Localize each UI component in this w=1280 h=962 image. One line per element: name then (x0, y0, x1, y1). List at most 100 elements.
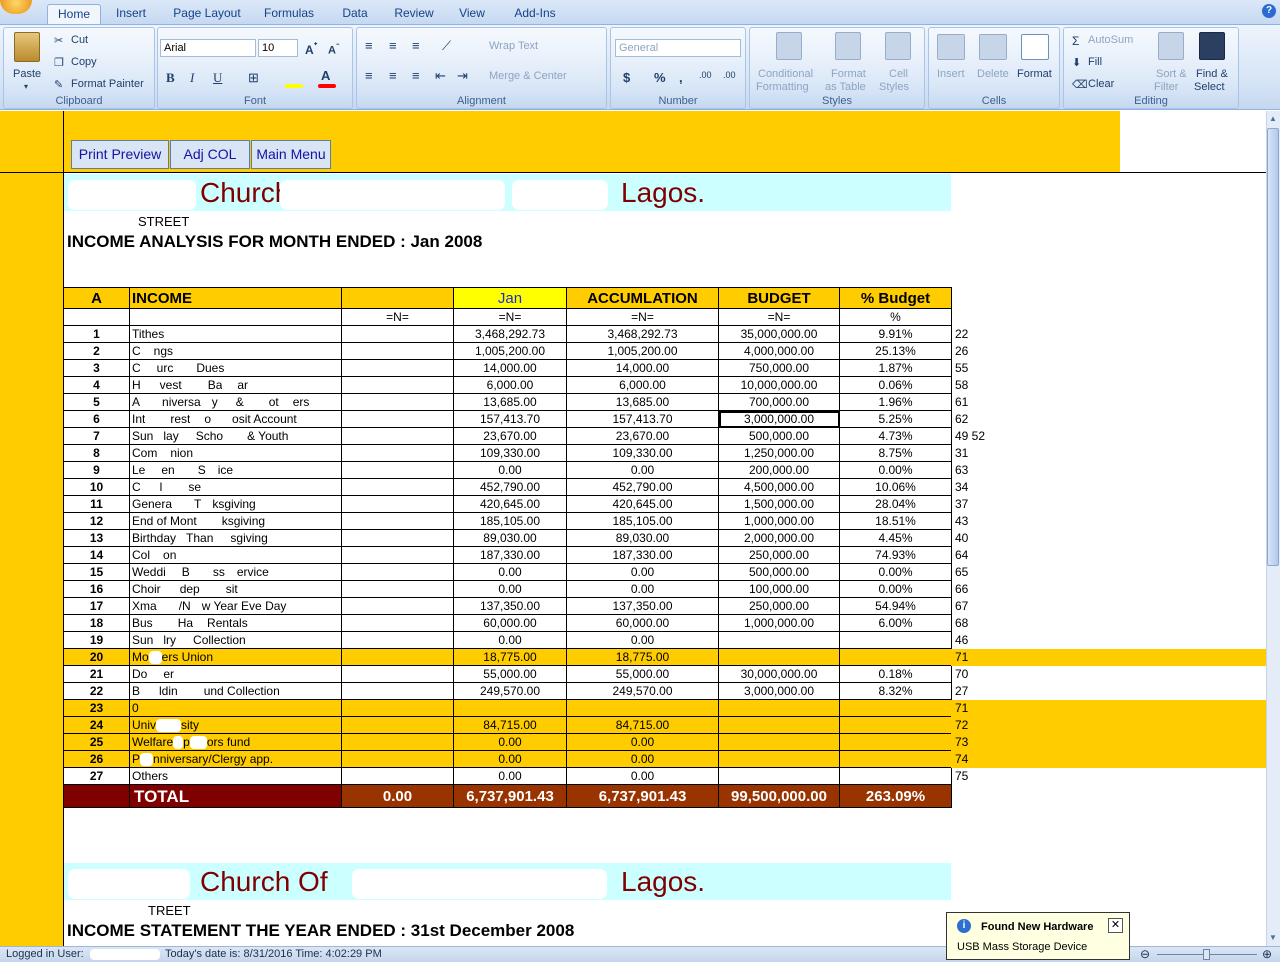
unit-cell[interactable] (129, 308, 342, 326)
pct-budget-value[interactable]: 18.51% (839, 512, 952, 530)
conditional-formatting-label-1[interactable]: Conditional (758, 68, 813, 80)
pct-budget-value[interactable]: 1.96% (839, 393, 952, 411)
budget-value[interactable]: 4,500,000.00 (718, 478, 840, 496)
row-number[interactable]: 15 (63, 563, 130, 581)
blank-cell[interactable] (341, 325, 454, 343)
found-new-hardware-balloon[interactable]: i Found New Hardware ✕ USB Mass Storage … (946, 912, 1130, 960)
budget-value[interactable] (718, 648, 840, 666)
jan-value[interactable]: 84,715.00 (453, 716, 567, 734)
accumulation-value[interactable]: 0.00 (566, 631, 719, 649)
fill-button[interactable]: Fill (1088, 56, 1102, 68)
jan-value[interactable]: 6,000.00 (453, 376, 567, 394)
row-number[interactable]: 6 (63, 410, 130, 428)
borders-icon[interactable]: ⊞ (248, 70, 259, 86)
scroll-up-arrow-icon[interactable]: ▲ (1267, 112, 1279, 126)
align-right-icon[interactable]: ≡ (412, 68, 420, 83)
accumulation-value[interactable]: 23,670.00 (566, 427, 719, 445)
accumulation-value[interactable]: 0.00 (566, 461, 719, 479)
total-budget[interactable]: 99,500,000.00 (718, 784, 840, 808)
bold-icon[interactable]: B (166, 70, 175, 86)
shrink-font-icon[interactable]: Aᐨ (328, 41, 340, 57)
pct-budget-value[interactable]: 8.32% (839, 682, 952, 700)
font-color-icon[interactable]: A (321, 68, 330, 83)
unit-cell[interactable]: =N= (341, 308, 454, 326)
income-label[interactable]: Hvest Ba ar (129, 376, 342, 394)
blank-cell[interactable] (341, 733, 454, 751)
unit-cell[interactable] (63, 308, 130, 326)
jan-value[interactable]: 0.00 (453, 631, 567, 649)
fill-icon[interactable]: ⬇ (1072, 56, 1081, 69)
format-as-table-label-2[interactable]: as Table (825, 81, 866, 93)
row-number[interactable]: 5 (63, 393, 130, 411)
jan-value[interactable]: 89,030.00 (453, 529, 567, 547)
row-number[interactable]: 13 (63, 529, 130, 547)
header-accumulation[interactable]: ACCUMLATION (566, 287, 719, 309)
blank-cell[interactable] (341, 665, 454, 683)
blank-cell[interactable] (341, 546, 454, 564)
income-label[interactable]: End of Mont ksgiving (129, 512, 342, 530)
budget-value[interactable]: 2,000,000.00 (718, 529, 840, 547)
align-center-icon[interactable]: ≡ (389, 68, 397, 83)
percent-icon[interactable]: % (654, 70, 666, 85)
row-number[interactable]: 23 (63, 699, 130, 717)
blank-cell[interactable] (341, 682, 454, 700)
income-label[interactable]: Weddi Bss ervice (129, 563, 342, 581)
jan-value[interactable]: 3,468,292.73 (453, 325, 567, 343)
income-table[interactable]: A INCOME Jan ACCUMLATION BUDGET% Budget =N= =N… (63, 287, 952, 808)
unit-cell[interactable]: =N= (718, 308, 840, 326)
income-label[interactable]: Col on (129, 546, 342, 564)
blank-cell[interactable] (341, 461, 454, 479)
blank-cell[interactable] (341, 512, 454, 530)
insert-cells-icon[interactable] (937, 34, 965, 60)
clear-icon[interactable]: ⌫ (1072, 78, 1088, 91)
paste-icon[interactable] (14, 32, 40, 62)
format-as-table-label-1[interactable]: Format (831, 68, 866, 80)
income-label[interactable]: Sun lry Collection (129, 631, 342, 649)
jan-value[interactable]: 185,105.00 (453, 512, 567, 530)
accumulation-value[interactable]: 13,685.00 (566, 393, 719, 411)
paste-button[interactable]: Paste (13, 68, 41, 80)
pct-budget-value[interactable]: 0.00% (839, 580, 952, 598)
blank-cell[interactable] (341, 597, 454, 615)
jan-value[interactable]: 0.00 (453, 767, 567, 785)
format-painter-icon[interactable]: ✎ (54, 78, 63, 91)
budget-value[interactable]: 30,000,000.00 (718, 665, 840, 683)
row-number[interactable]: 21 (63, 665, 130, 683)
sort-filter-label-2[interactable]: Filter (1154, 81, 1178, 93)
income-label[interactable]: Xma/N w Year Eve Day (129, 597, 342, 615)
accumulation-value[interactable]: 249,570.00 (566, 682, 719, 700)
row-number[interactable]: 11 (63, 495, 130, 513)
main-menu-button[interactable]: Main Menu (251, 140, 331, 169)
row-number[interactable]: 7 (63, 427, 130, 445)
tab-home[interactable]: Home (47, 4, 101, 24)
worksheet[interactable]: Print Preview Adj COL Main Menu Church O… (0, 111, 1266, 946)
budget-value[interactable]: 100,000.00 (718, 580, 840, 598)
pct-budget-value[interactable]: 54.94% (839, 597, 952, 615)
row-number[interactable]: 25 (63, 733, 130, 751)
header-blank[interactable] (341, 287, 454, 309)
jan-value[interactable]: 137,350.00 (453, 597, 567, 615)
jan-value[interactable]: 0.00 (453, 733, 567, 751)
income-label[interactable]: Le en Sice (129, 461, 342, 479)
jan-value[interactable]: 452,790.00 (453, 478, 567, 496)
budget-value[interactable]: 500,000.00 (718, 427, 840, 445)
jan-value[interactable]: 55,000.00 (453, 665, 567, 683)
row-number[interactable]: 27 (63, 767, 130, 785)
find-select-label-1[interactable]: Find & (1196, 68, 1228, 80)
accumulation-value[interactable]: 1,005,200.00 (566, 342, 719, 360)
income-label[interactable]: Welfare p ors fund (129, 733, 342, 751)
budget-value[interactable]: 3,000,000.00 (718, 410, 840, 428)
income-label[interactable]: 0 (129, 699, 342, 717)
pct-budget-value[interactable] (839, 716, 952, 734)
row-number[interactable]: 22 (63, 682, 130, 700)
row-number[interactable]: 19 (63, 631, 130, 649)
cell-styles-label-2[interactable]: Styles (879, 81, 909, 93)
number-format-select[interactable]: General (615, 39, 741, 57)
accumulation-value[interactable]: 18,775.00 (566, 648, 719, 666)
autosum-button[interactable]: AutoSum (1088, 34, 1133, 46)
jan-value[interactable]: 18,775.00 (453, 648, 567, 666)
jan-value[interactable]: 1,005,200.00 (453, 342, 567, 360)
pct-budget-value[interactable] (839, 767, 952, 785)
blank-cell[interactable] (341, 359, 454, 377)
row-number[interactable]: 18 (63, 614, 130, 632)
